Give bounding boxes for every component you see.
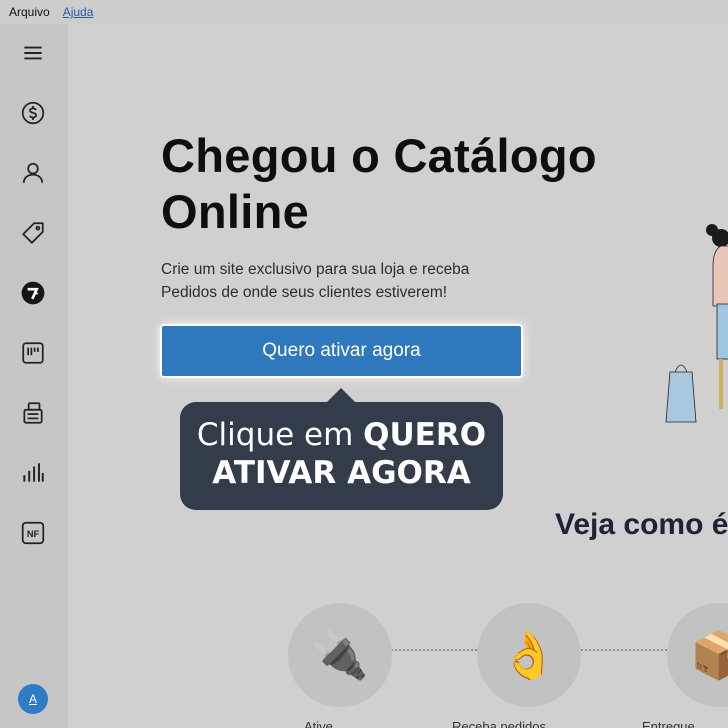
plug-icon: 🔌 [311, 628, 369, 681]
user-icon[interactable] [18, 158, 48, 188]
step-connector [581, 649, 667, 651]
step-label: Receba pedidos [452, 719, 546, 728]
menu-bar: Arquivo Ajuda [0, 0, 728, 24]
bar-chart-icon[interactable] [18, 458, 48, 488]
invoice-icon[interactable]: NF [18, 518, 48, 548]
tooltip-text: Clique em [196, 417, 364, 453]
main-content: Chegou o Catálogo Online Crie um site ex… [68, 24, 728, 728]
sidebar: NF A [0, 24, 68, 728]
page-subtitle: Crie um site exclusivo para sua loja e r… [161, 261, 470, 301]
tooltip: Clique em QUERO ATIVAR AGORA [180, 388, 503, 510]
step-circle: 📦 [667, 603, 728, 707]
menu-icon[interactable] [18, 38, 48, 68]
activate-now-button[interactable]: Quero ativar agora [160, 324, 523, 378]
barcode-icon[interactable] [18, 338, 48, 368]
shopper-illustration [665, 224, 728, 423]
section-title: Veja como é [555, 508, 728, 541]
package-icon: 📦 [690, 628, 728, 681]
tag-icon[interactable] [18, 218, 48, 248]
stack-icon[interactable] [18, 398, 48, 428]
step-label: Ative [304, 719, 333, 728]
step-label: Entregue [642, 719, 695, 728]
step-circle: 🔌 [288, 603, 392, 707]
ok-hand-icon: 👌 [500, 628, 558, 681]
menu-arquivo[interactable]: Arquivo [9, 5, 50, 19]
step-circle: 👌 [477, 603, 581, 707]
page-title: Chegou o Catálogo Online [161, 129, 597, 238]
step-connector [391, 649, 477, 651]
dollar-icon[interactable] [18, 98, 48, 128]
ruler-icon[interactable] [18, 278, 48, 308]
svg-text:NF: NF [27, 529, 40, 539]
avatar[interactable]: A [18, 684, 48, 714]
menu-ajuda[interactable]: Ajuda [63, 5, 94, 19]
